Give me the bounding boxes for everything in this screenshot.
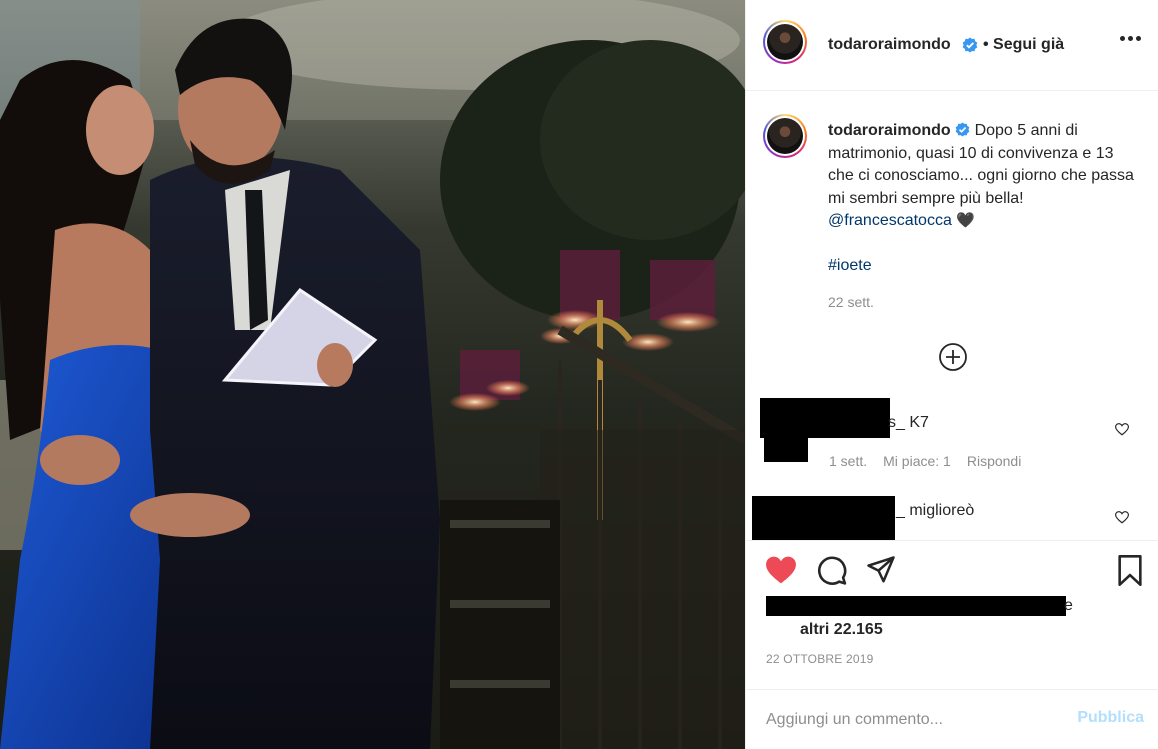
caption-author-avatar[interactable] <box>763 114 807 158</box>
comment-input[interactable] <box>766 708 1066 732</box>
more-options-icon[interactable] <box>1120 36 1141 41</box>
redacted-username <box>752 496 895 540</box>
bookmark-icon[interactable] <box>1116 555 1144 586</box>
plus-circle-icon[interactable] <box>938 342 968 372</box>
post-photo[interactable] <box>0 0 745 749</box>
follow-status-button[interactable]: • Segui già <box>983 36 1064 54</box>
heart-icon[interactable] <box>1115 511 1129 524</box>
comment-reply-button[interactable]: Rispondi <box>967 453 1021 469</box>
author-username[interactable]: todaroraimondo <box>828 36 951 54</box>
comment-likes[interactable]: Mi piace: 1 <box>883 453 951 469</box>
share-icon[interactable] <box>865 555 897 585</box>
post-side-panel: todaroraimondo • Segui già todaroraimond… <box>745 0 1158 749</box>
redacted-block <box>764 436 808 462</box>
post-date: 22 ottobre 2019 <box>766 652 874 666</box>
caption-mention-link[interactable]: @francescatocca <box>828 212 952 229</box>
caption-hashtag-link[interactable]: #ioete <box>828 255 1138 278</box>
redacted-username <box>828 404 888 438</box>
verified-badge-icon <box>962 37 978 53</box>
author-avatar[interactable] <box>763 20 807 64</box>
comment-item: _ miglioreò <box>746 494 1158 540</box>
publish-button[interactable]: Pubblica <box>1077 709 1144 727</box>
comment-item: s_ K7 1 sett. Mi piace: 1 Rispondi <box>746 396 1158 476</box>
caption-timestamp[interactable]: 22 sett. <box>828 294 874 310</box>
couple-photo-illustration <box>0 0 745 749</box>
likes-count[interactable]: altri 22.165 <box>800 621 883 639</box>
post-header: todaroraimondo • Segui già <box>746 0 1158 91</box>
comment-time[interactable]: 1 sett. <box>829 453 867 469</box>
redacted-likers <box>766 596 1066 616</box>
black-heart-emoji: 🖤 <box>956 212 975 229</box>
add-comment-section: Pubblica <box>746 689 1158 749</box>
comment-icon[interactable] <box>816 555 848 586</box>
comment-text: _ miglioreò <box>896 502 975 519</box>
post-caption: todaroraimondo Dopo 5 anni di matrimonio… <box>828 120 1138 277</box>
heart-icon[interactable] <box>1115 423 1129 436</box>
comment-text: s_ K7 <box>888 414 929 431</box>
verified-badge-icon <box>955 122 970 137</box>
likes-conjunction: e <box>1064 597 1073 614</box>
caption-username[interactable]: todaroraimondo <box>828 122 951 139</box>
comment-meta: 1 sett. Mi piace: 1 Rispondi <box>829 453 1021 469</box>
heart-icon[interactable] <box>765 555 797 585</box>
